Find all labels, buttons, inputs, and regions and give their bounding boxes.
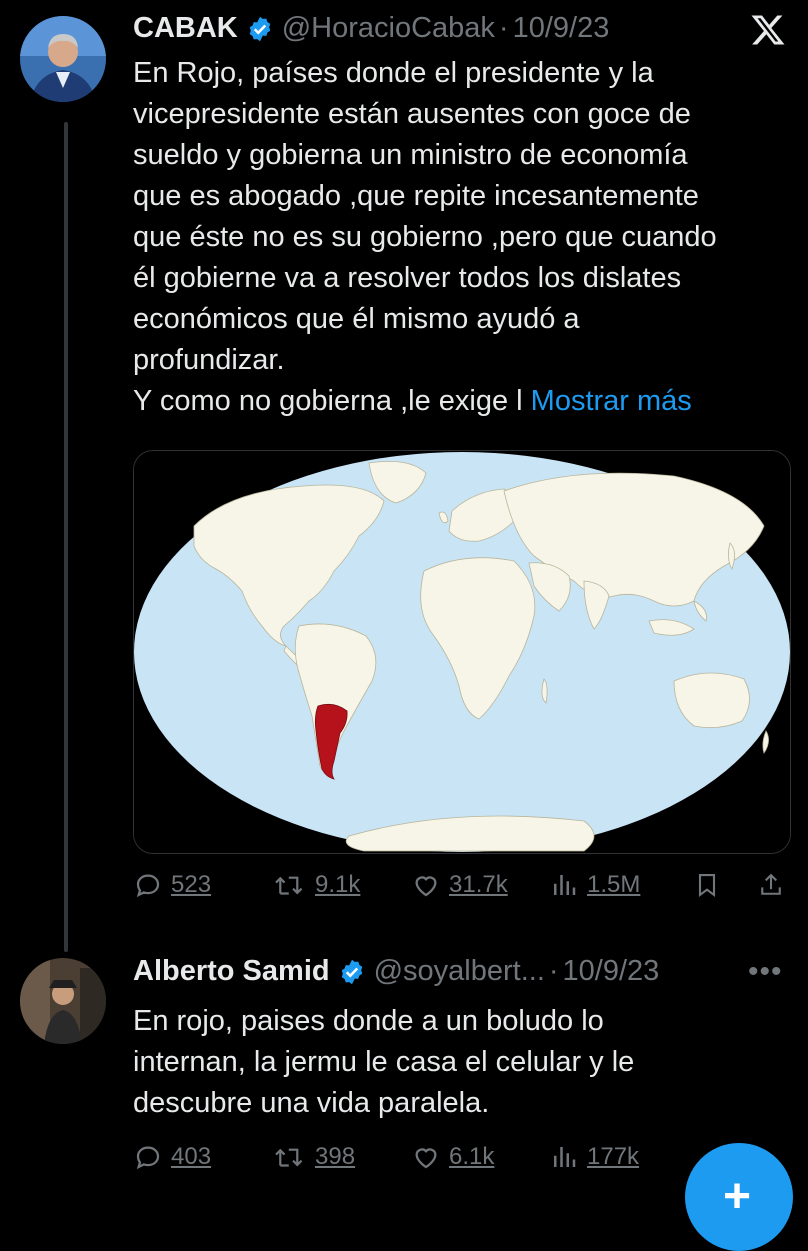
like-count: 6.1k	[449, 1143, 495, 1170]
bookmark-button[interactable]	[693, 870, 721, 900]
share-button[interactable]	[757, 870, 785, 900]
tweet-date[interactable]: 10/9/23	[563, 955, 660, 988]
compose-plus-icon: +	[723, 1170, 752, 1223]
retweet-button[interactable]: 398	[273, 1142, 355, 1172]
tweet-text: En Rojo, países donde el presidente y la…	[133, 53, 717, 422]
reply-button[interactable]: 403	[133, 1142, 211, 1172]
avatar-horaciocabak[interactable]	[20, 16, 106, 102]
retweet-icon	[275, 1148, 303, 1167]
reply-count: 403	[171, 1143, 212, 1170]
tweet-text-line: económicos que él mismo ayudó a	[133, 303, 580, 335]
tweet-text-line: En rojo, paises donde a un boludo lo	[133, 1005, 604, 1037]
like-icon	[415, 876, 437, 897]
like-count: 31.7k	[449, 871, 508, 898]
tweet-text-line: que éste no es su gobierno ,pero que cua…	[133, 221, 717, 253]
tweet-text-line: descubre una vida paralela.	[133, 1087, 490, 1119]
tweet-text-line: que es abogado ,que repite incesantement…	[133, 180, 699, 212]
tweet-text-line: En Rojo, países donde el presidente y la	[133, 57, 654, 89]
world-map-image	[134, 451, 790, 853]
tweet-text: En rojo, paises donde a un boludo lo int…	[133, 1001, 634, 1124]
retweet-icon	[275, 876, 303, 895]
x-logo-icon[interactable]	[750, 12, 786, 48]
tweet-text-line: internan, la jermu le casa el celular y …	[133, 1046, 635, 1078]
separator-dot: ·	[548, 955, 559, 987]
retweet-count: 398	[315, 1143, 356, 1170]
author-handle[interactable]: @HoracioCabak	[282, 12, 495, 45]
share-icon	[761, 873, 781, 895]
verified-badge-icon	[341, 959, 362, 984]
reply-icon	[136, 1146, 160, 1170]
views-icon	[554, 875, 576, 895]
retweet-button[interactable]: 9.1k	[273, 870, 360, 900]
tweet-text-line: vicepresidente están ausentes con goce d…	[133, 98, 691, 130]
reply-icon	[136, 874, 160, 898]
avatar-soyalbertosamid[interactable]	[20, 958, 106, 1044]
reply-button[interactable]: 523	[133, 870, 211, 900]
tweet-text-line-last: Y como no gobierna ,le exige l Mostrar m…	[133, 381, 717, 422]
retweet-count: 9.1k	[315, 871, 361, 898]
bookmark-icon	[698, 874, 716, 898]
compose-fab-button[interactable]: +	[685, 1143, 793, 1251]
truncated-text: Y como no gobierna ,le exige l	[133, 385, 523, 417]
tweet-text-line: profundizar.	[133, 344, 285, 376]
like-button[interactable]: 31.7k	[411, 870, 508, 900]
tweet-date[interactable]: 10/9/23	[513, 12, 610, 45]
verified-badge-icon	[249, 16, 270, 41]
like-icon	[415, 1148, 437, 1169]
like-button[interactable]: 6.1k	[411, 1142, 494, 1172]
views-button[interactable]: 1.5M	[549, 870, 640, 900]
reply-count: 523	[171, 871, 212, 898]
thread-connector-line	[64, 122, 68, 952]
tweet-media-image[interactable]	[133, 450, 791, 854]
tweet-text-line: sueldo y gobierna un ministro de economí…	[133, 139, 688, 171]
tweet-text-line: él gobierne va a resolver todos los disl…	[133, 262, 682, 294]
views-count: 1.5M	[587, 871, 641, 898]
views-icon	[554, 1147, 576, 1167]
author-name[interactable]: CABAK	[133, 12, 238, 45]
show-more-link[interactable]: Mostrar más	[531, 385, 692, 417]
views-button[interactable]: 177k	[549, 1142, 639, 1172]
author-handle[interactable]: @soyalbert...	[374, 955, 545, 988]
more-options-icon[interactable]: •••	[748, 955, 783, 989]
views-count: 177k	[587, 1143, 640, 1170]
separator-dot: ·	[498, 12, 509, 44]
author-name[interactable]: Alberto Samid	[133, 955, 330, 988]
